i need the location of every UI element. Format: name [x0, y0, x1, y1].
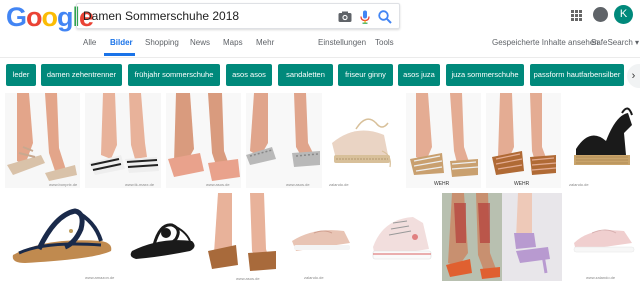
chip[interactable]: passform hautfarbensilber — [530, 64, 624, 86]
active-tab-indicator — [104, 53, 135, 56]
image-result[interactable]: www.tk-maxx.de — [85, 93, 161, 188]
image-result[interactable] — [442, 193, 562, 281]
image-source: www.asos.de — [286, 182, 310, 187]
apps-grid-icon[interactable] — [571, 10, 582, 21]
chip[interactable]: asos asos — [226, 64, 272, 86]
chip[interactable]: damen zehentrenner — [41, 64, 122, 86]
chip[interactable]: juza sommerschuhe — [446, 64, 524, 86]
search-icon[interactable] — [377, 9, 393, 25]
chip[interactable]: frühjahr sommerschuhe — [128, 64, 220, 86]
image-result[interactable]: zalando.de — [284, 193, 359, 281]
saved-content-link[interactable]: Gespeicherte Inhalte ansehen — [492, 38, 599, 47]
image-result[interactable]: www.asos.de — [246, 93, 322, 188]
image-source: www.bonprix.de — [49, 182, 78, 187]
chip[interactable]: leder — [6, 64, 36, 86]
image-result[interactable]: zalando.de — [326, 93, 401, 188]
image-result[interactable]: WEHR — [406, 93, 481, 188]
related-searches-bar: leder damen zehentrenner frühjahr sommer… — [0, 64, 640, 88]
image-source: www.zalando.de — [586, 275, 616, 280]
tab-maps[interactable]: Maps — [223, 38, 243, 47]
logo-letter: G — [6, 2, 27, 32]
tab-images[interactable]: Bilder — [110, 38, 133, 47]
tab-settings[interactable]: Einstellungen — [318, 38, 366, 47]
image-source: www.asos.de — [236, 276, 260, 281]
image-source: WEHR — [434, 181, 450, 187]
microphone-icon[interactable] — [357, 9, 373, 25]
logo-letter: o — [41, 2, 58, 32]
image-result[interactable] — [124, 193, 202, 281]
tab-all[interactable]: Alle — [83, 38, 96, 47]
tab-more[interactable]: Mehr — [256, 38, 274, 47]
logo-letter: o — [26, 2, 42, 32]
image-source: zalando.de — [569, 182, 589, 187]
safesearch-toggle[interactable]: SafeSearch ▾ — [591, 38, 639, 47]
image-source: zalando.de — [304, 275, 324, 280]
logo-letter: g — [57, 2, 73, 32]
notifications-bell-icon[interactable] — [593, 7, 608, 22]
chip[interactable]: sandaletten — [278, 64, 333, 86]
header: Google K Alle Bilder Shopping News Maps … — [0, 0, 640, 58]
image-source: www.tk-maxx.de — [125, 182, 155, 187]
account-avatar[interactable]: K — [614, 5, 633, 24]
search-box — [76, 3, 400, 29]
image-result[interactable] — [363, 193, 438, 281]
image-result[interactable]: www.bonprix.de — [5, 93, 80, 188]
tab-tools[interactable]: Tools — [375, 38, 394, 47]
image-source: WEHR — [514, 181, 530, 187]
image-source: zalando.de — [329, 182, 349, 187]
camera-icon[interactable] — [337, 9, 353, 25]
image-result[interactable]: zalando.de — [566, 93, 640, 188]
image-result[interactable]: www.amazon.de — [5, 193, 120, 281]
search-input[interactable] — [83, 7, 323, 24]
tab-news[interactable]: News — [190, 38, 210, 47]
chips-next-arrow-icon[interactable]: › — [627, 64, 640, 88]
image-result[interactable]: WEHR — [486, 93, 561, 188]
tab-shopping[interactable]: Shopping — [145, 38, 179, 47]
chip[interactable]: asos juza — [398, 64, 440, 86]
image-result[interactable]: www.asos.de — [206, 193, 280, 281]
image-source: www.amazon.de — [85, 275, 115, 280]
image-result[interactable]: www.asos.de — [166, 93, 241, 188]
image-result[interactable]: www.zalando.de — [566, 193, 640, 281]
image-source: www.asos.de — [206, 182, 230, 187]
nav-divider — [0, 57, 640, 58]
chip[interactable]: friseur ginny — [338, 64, 393, 86]
